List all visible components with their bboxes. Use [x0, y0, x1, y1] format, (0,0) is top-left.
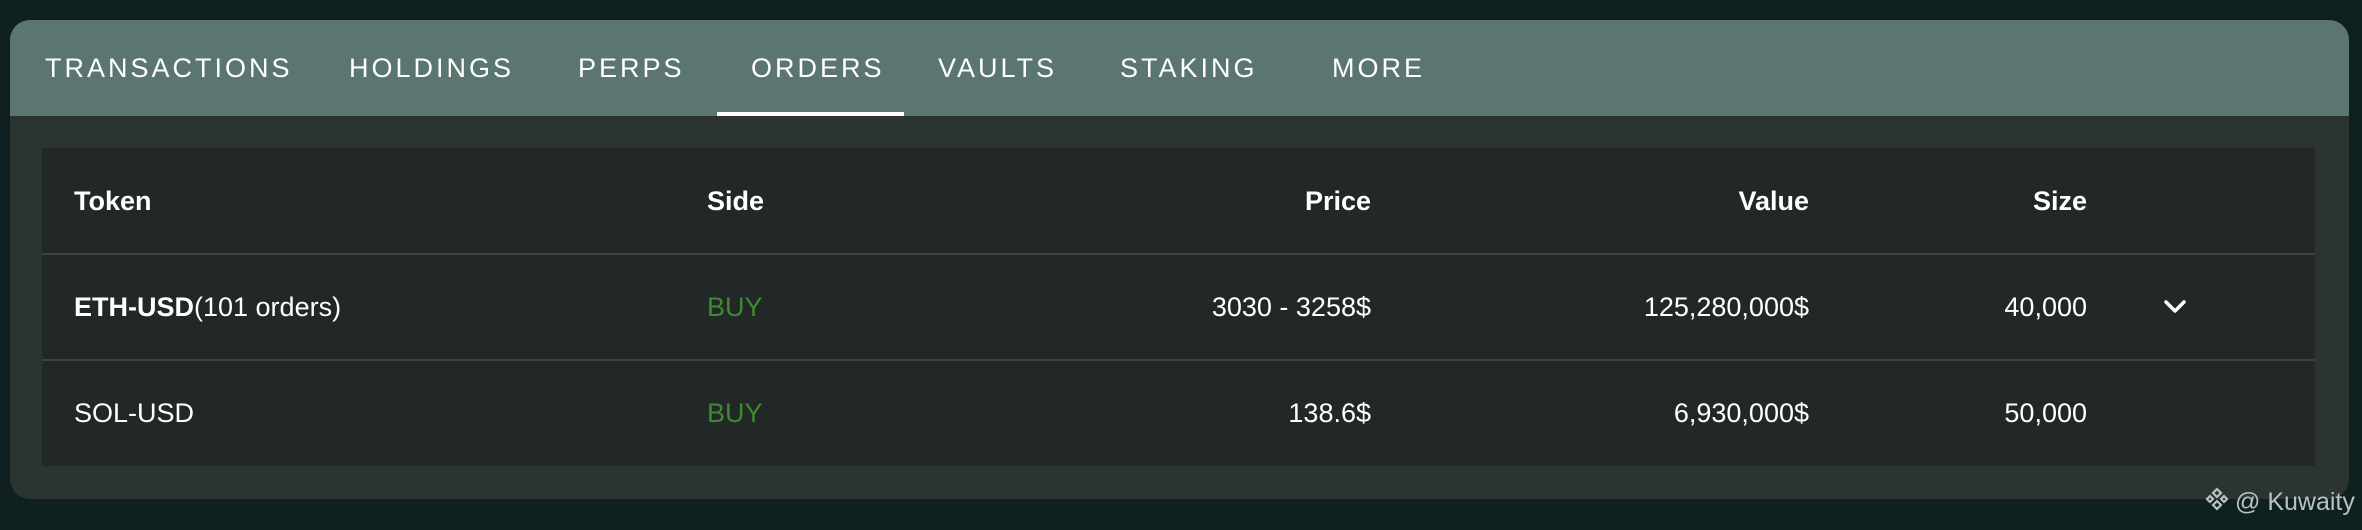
column-header-side: Side — [707, 186, 765, 216]
table-header-row: Token Side Price Value Size — [42, 148, 2315, 255]
side-cell: BUY — [707, 397, 763, 428]
tab-perps[interactable]: PERPS — [578, 20, 685, 116]
orders-panel: TRANSACTIONS HOLDINGS PERPS ORDERS VAULT… — [10, 20, 2349, 499]
value-cell: 125,280,000$ — [1643, 291, 1809, 322]
token-cell: ETH-USD (101 orders) — [74, 255, 341, 359]
price-cell: 138.6$ — [1288, 397, 1371, 428]
column-header-value: Value — [1738, 186, 1809, 216]
price-cell: 3030 - 3258$ — [1211, 291, 1371, 322]
column-header-size: Size — [2032, 186, 2087, 216]
tab-staking[interactable]: STAKING — [1120, 20, 1258, 116]
size-cell: 40,000 — [2004, 291, 2087, 322]
token-orders-count: (101 orders) — [194, 291, 342, 322]
active-tab-indicator — [717, 112, 904, 116]
tab-bar: TRANSACTIONS HOLDINGS PERPS ORDERS VAULT… — [10, 20, 2349, 116]
tab-transactions[interactable]: TRANSACTIONS — [45, 20, 293, 116]
column-header-token: Token — [74, 186, 152, 216]
token-name: ETH-USD — [74, 291, 194, 322]
table-row[interactable]: ETH-USD (101 orders) BUY 3030 - 3258$ 125… — [42, 255, 2315, 359]
table-row[interactable]: SOL-USD BUY 138.6$ 6,930,000$ 50,000 — [42, 361, 2315, 465]
chevron-down-icon[interactable] — [2160, 255, 2190, 359]
binance-logo-icon — [2205, 486, 2229, 518]
size-cell: 50,000 — [2004, 397, 2087, 428]
token-cell: SOL-USD — [74, 397, 195, 428]
tab-vaults[interactable]: VAULTS — [938, 20, 1057, 116]
side-cell: BUY — [707, 291, 763, 322]
orders-table: Token Side Price Value Size ETH-USD (101 … — [42, 148, 2315, 466]
watermark: @ Kuwaity — [2205, 486, 2355, 518]
column-header-price: Price — [1304, 186, 1371, 216]
tab-orders[interactable]: ORDERS — [751, 20, 885, 116]
tab-holdings[interactable]: HOLDINGS — [349, 20, 514, 116]
watermark-text: @ Kuwaity — [2235, 487, 2355, 516]
tab-more[interactable]: MORE — [1332, 20, 1425, 116]
value-cell: 6,930,000$ — [1673, 397, 1809, 428]
